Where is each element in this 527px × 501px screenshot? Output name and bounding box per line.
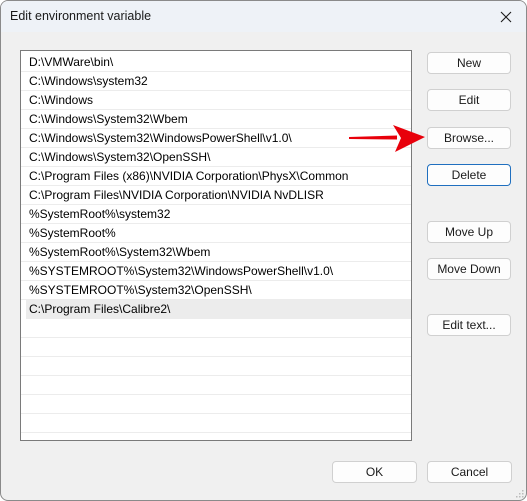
empty-list-row[interactable]	[21, 433, 411, 440]
title-bar: Edit environment variable	[1, 1, 526, 32]
empty-list-row[interactable]	[21, 376, 411, 395]
empty-list-row[interactable]	[21, 357, 411, 376]
window-title: Edit environment variable	[10, 9, 152, 23]
list-item[interactable]: C:\Program Files (x86)\NVIDIA Corporatio…	[21, 167, 411, 186]
list-item[interactable]: %SYSTEMROOT%\System32\OpenSSH\	[21, 281, 411, 300]
close-icon	[500, 11, 512, 22]
edit-button[interactable]: Edit	[427, 89, 511, 111]
move-up-button[interactable]: Move Up	[427, 221, 511, 243]
list-item[interactable]: %SystemRoot%\system32	[21, 205, 411, 224]
empty-list-row[interactable]	[21, 319, 411, 338]
move-down-button[interactable]: Move Down	[427, 258, 511, 280]
browse-button[interactable]: Browse...	[427, 127, 511, 149]
ok-button[interactable]: OK	[332, 461, 417, 483]
empty-list-row[interactable]	[21, 338, 411, 357]
list-item[interactable]: C:\Windows	[21, 91, 411, 110]
edit-text-button[interactable]: Edit text...	[427, 314, 511, 336]
resize-grip-icon[interactable]	[516, 490, 524, 498]
cancel-button[interactable]: Cancel	[427, 461, 512, 483]
path-list[interactable]: D:\VMWare\bin\ C:\Windows\system32 C:\Wind…	[20, 50, 412, 441]
close-button[interactable]	[486, 1, 526, 32]
list-item[interactable]: D:\VMWare\bin\	[21, 53, 411, 72]
list-item[interactable]: C:\Program Files\NVIDIA Corporation\NVID…	[21, 186, 411, 205]
list-item[interactable]: %SystemRoot%	[21, 224, 411, 243]
list-item[interactable]: %SYSTEMROOT%\System32\WindowsPowerShell\…	[21, 262, 411, 281]
empty-list-row[interactable]	[21, 414, 411, 433]
list-item[interactable]: %SystemRoot%\System32\Wbem	[21, 243, 411, 262]
list-item-selected[interactable]: C:\Program Files\Calibre2\	[26, 300, 411, 319]
new-button[interactable]: New	[427, 52, 511, 74]
delete-button[interactable]: Delete	[427, 164, 511, 186]
list-item[interactable]: C:\Windows\system32	[21, 72, 411, 91]
red-arrow-icon	[349, 125, 425, 152]
empty-list-row[interactable]	[21, 395, 411, 414]
edit-environment-variable-dialog: Edit environment variable D:\VMWare\bin\…	[0, 0, 527, 501]
